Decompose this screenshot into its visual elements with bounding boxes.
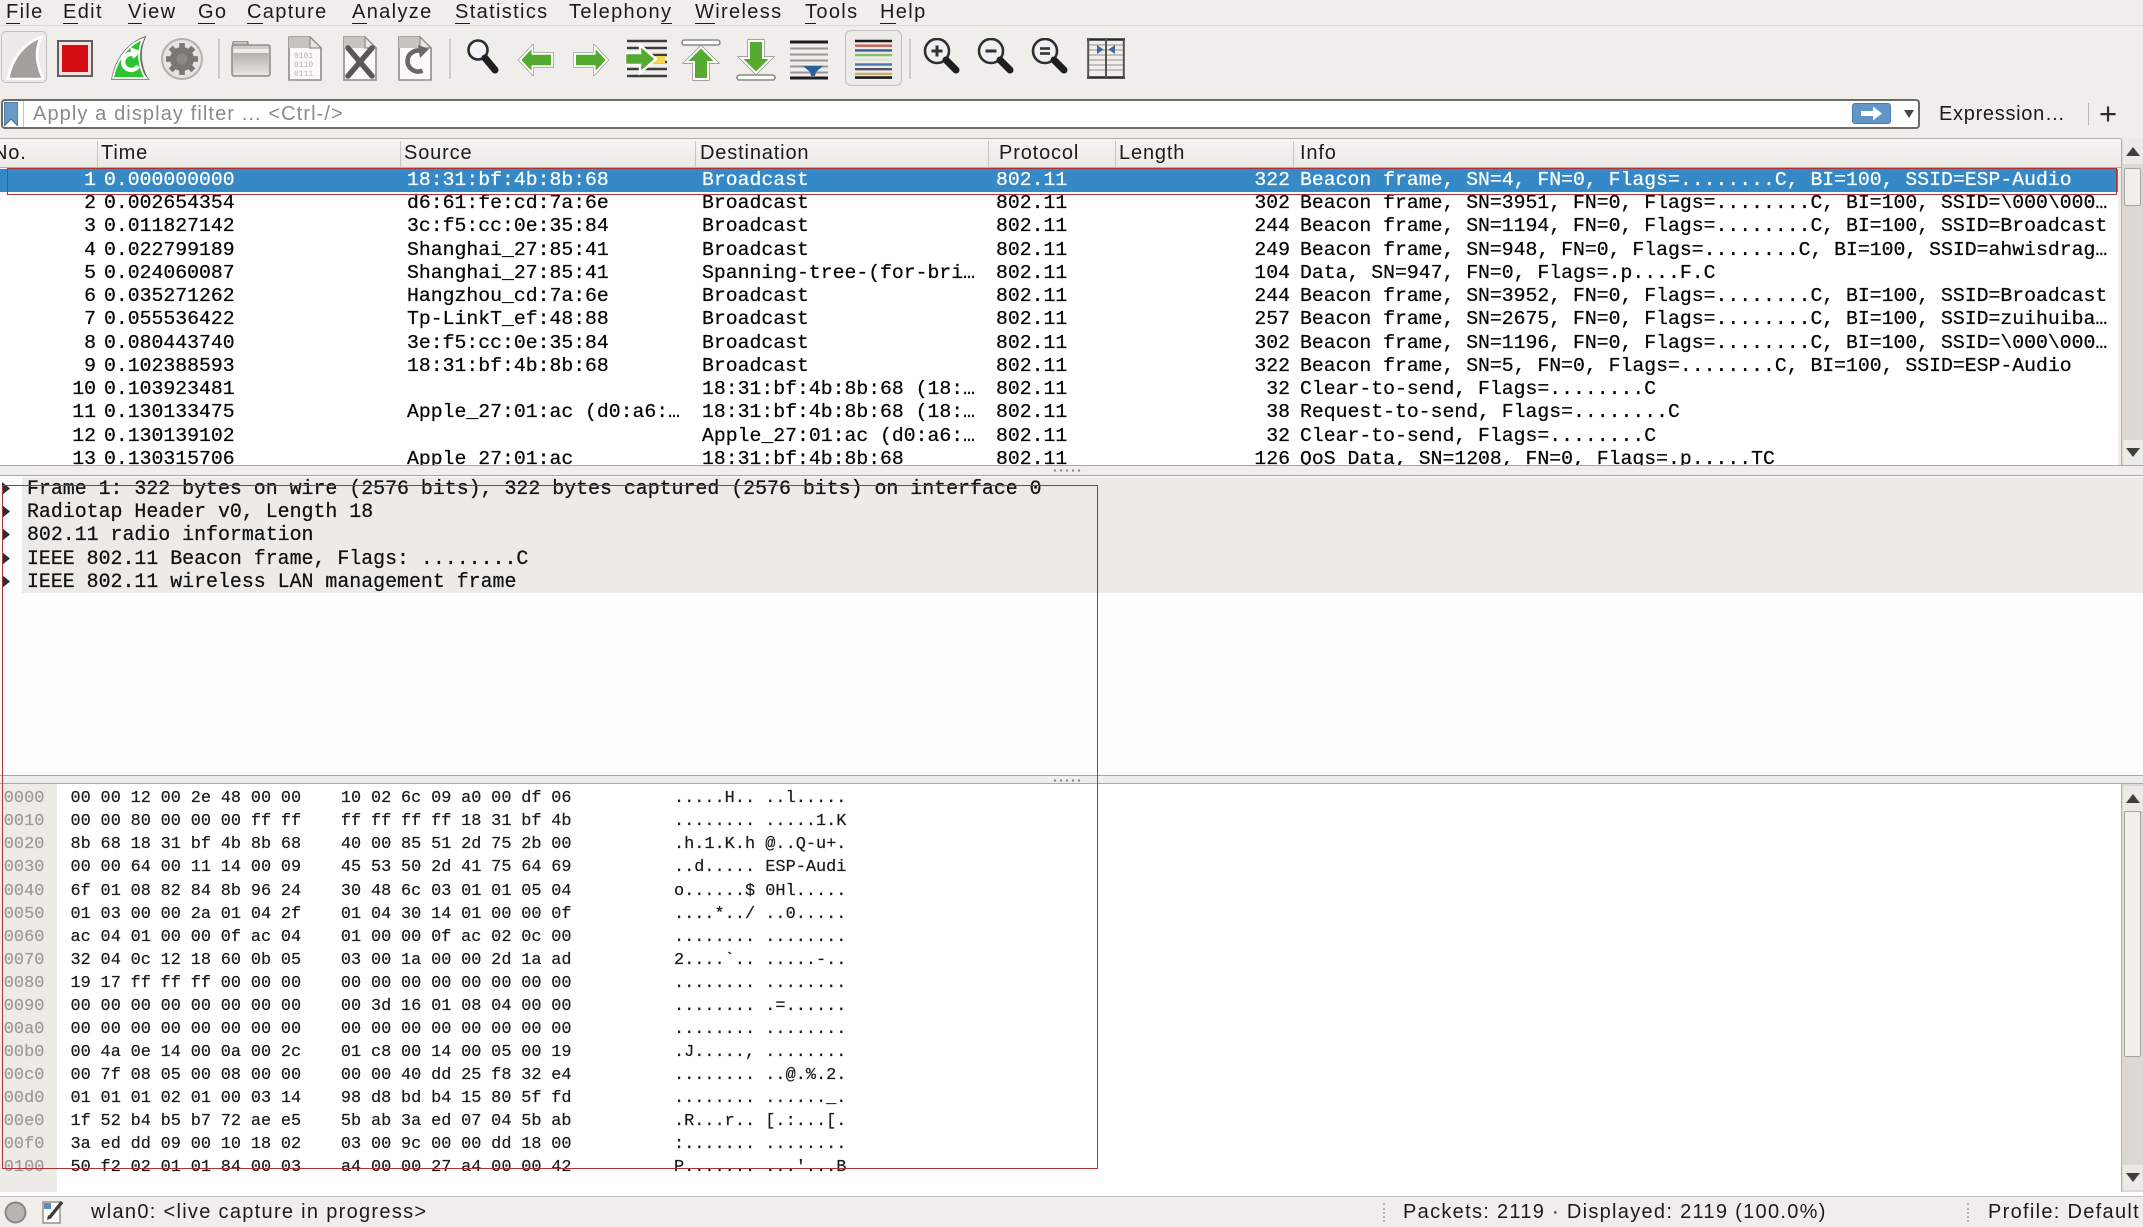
svg-text:0101: 0101 [294, 52, 313, 61]
svg-text:0111: 0111 [294, 70, 313, 79]
svg-text:0110: 0110 [294, 61, 313, 70]
